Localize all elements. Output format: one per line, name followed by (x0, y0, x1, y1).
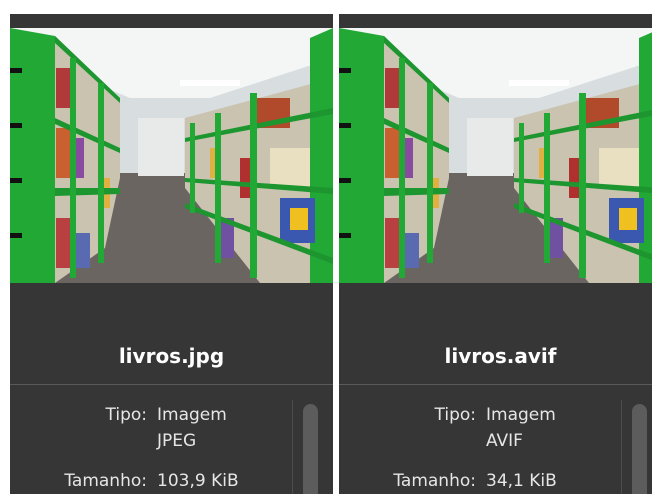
file-preview-panel-jpg: livros.jpg Tipo: Imagem JPEG Tamanho: 10… (10, 14, 333, 494)
scrollbar[interactable] (632, 404, 647, 494)
separator (292, 400, 293, 494)
divider (10, 384, 333, 385)
file-preview-panel-avif: livros.avif Tipo: Imagem AVIF Tamanho: 3… (339, 14, 652, 494)
type-label: Tipo: (434, 405, 476, 425)
size-value: 34,1 KiB (486, 471, 557, 491)
size-value: 103,9 KiB (157, 471, 239, 491)
file-name: livros.avif (444, 344, 557, 368)
file-name: livros.jpg (118, 344, 225, 368)
library-photo (339, 28, 652, 283)
type-value-line1: Imagem (157, 405, 227, 425)
separator (621, 400, 622, 494)
image-thumbnail[interactable] (339, 28, 652, 283)
size-label: Tamanho: (64, 471, 147, 491)
type-value-line1: Imagem (486, 405, 556, 425)
type-value-line2: JPEG (157, 431, 197, 451)
image-thumbnail[interactable] (10, 28, 333, 283)
type-value: Imagem AVIF (486, 402, 616, 454)
comparison-view: livros.jpg Tipo: Imagem JPEG Tamanho: 10… (0, 0, 652, 494)
type-label: Tipo: (105, 405, 147, 425)
library-photo (10, 28, 333, 283)
divider (339, 384, 652, 385)
type-value-line2: AVIF (486, 431, 523, 451)
size-label: Tamanho: (393, 471, 476, 491)
type-value: Imagem JPEG (157, 402, 287, 454)
scrollbar[interactable] (303, 404, 318, 494)
